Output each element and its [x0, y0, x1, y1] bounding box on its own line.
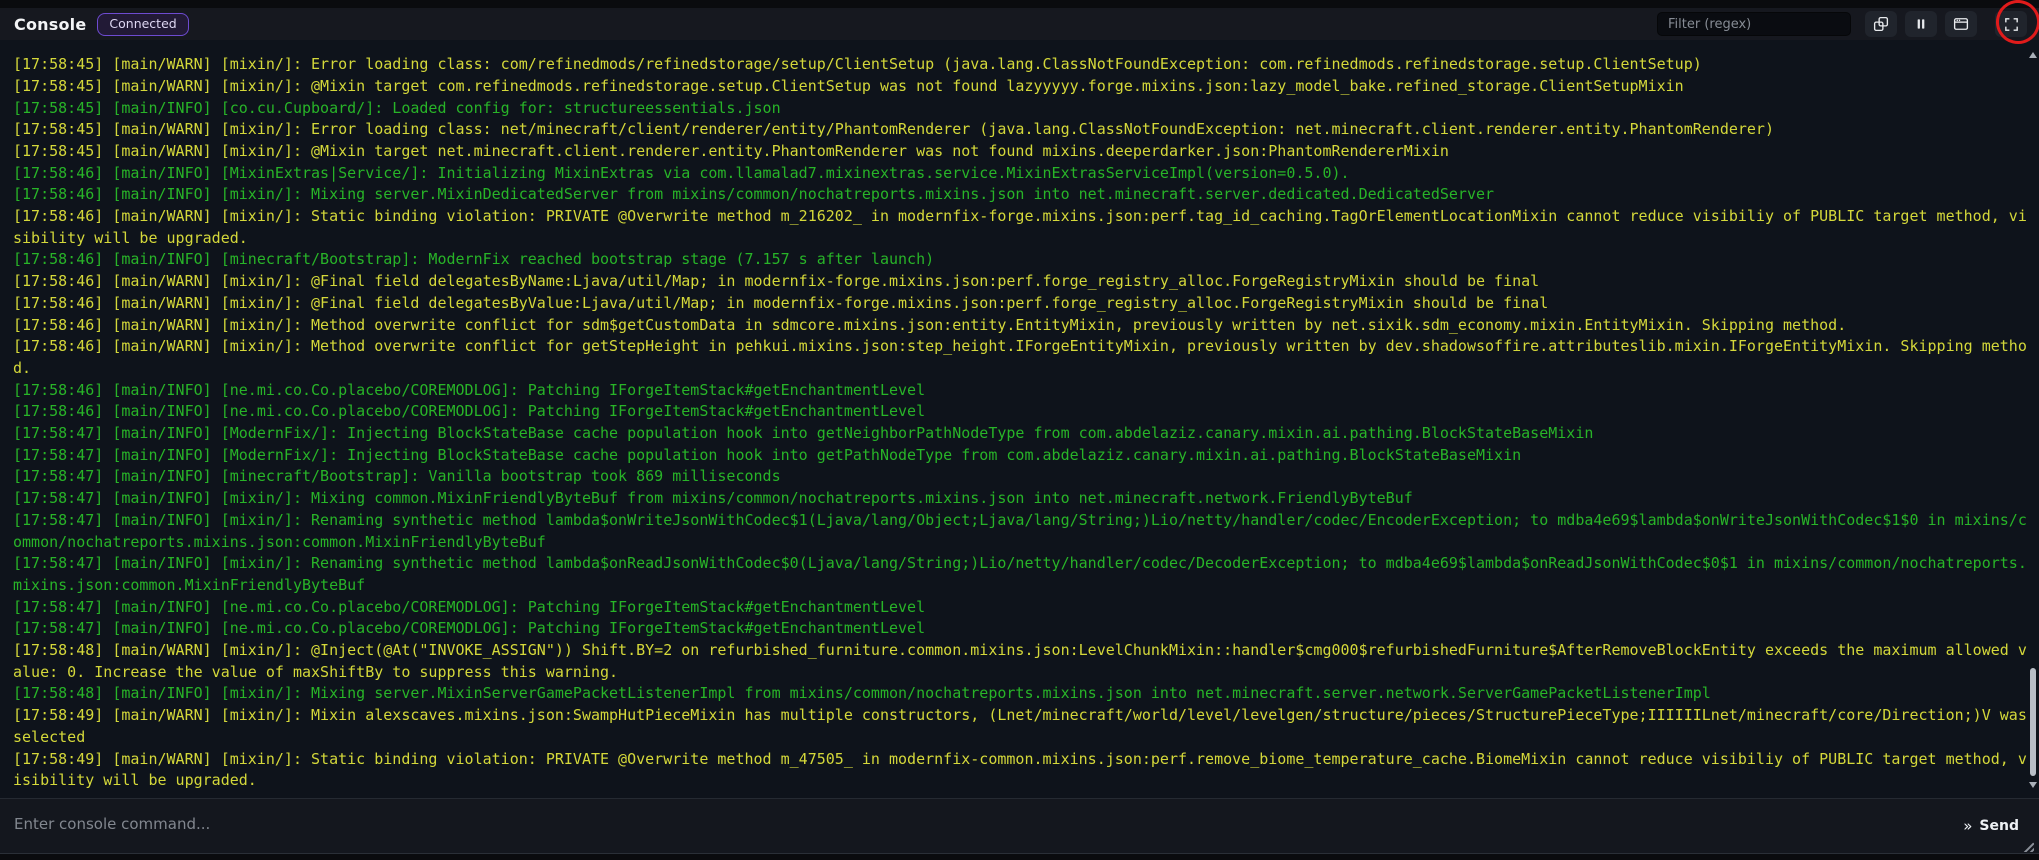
log-line: [17:58:47] [main/INFO] [minecraft/Bootst…: [13, 466, 2027, 488]
log-line: [17:58:47] [main/INFO] [ModernFix/]: Inj…: [13, 423, 2027, 445]
log-line: [17:58:45] [main/INFO] [co.cu.Cupboard/]…: [13, 98, 2027, 120]
log-line: [17:58:45] [main/WARN] [mixin/]: Error l…: [13, 119, 2027, 141]
log-line: [17:58:47] [main/INFO] [mixin/]: Mixing …: [13, 488, 2027, 510]
scrollbar-down-arrow-icon[interactable]: [2029, 782, 2037, 788]
console-log[interactable]: [17:58:45] [main/WARN] [mixin/]: Error l…: [0, 40, 2039, 798]
log-line: [17:58:46] [main/INFO] [MixinExtras|Serv…: [13, 163, 2027, 185]
topbar: Console Connected: [0, 8, 2039, 40]
log-line: [17:58:45] [main/WARN] [mixin/]: @Mixin …: [13, 141, 2027, 163]
page-title: Console: [14, 15, 86, 34]
log-line: [17:58:46] [main/WARN] [mixin/]: @Final …: [13, 271, 2027, 293]
command-input[interactable]: [14, 815, 1949, 837]
log-line: [17:58:46] [main/INFO] [minecraft/Bootst…: [13, 249, 2027, 271]
fullscreen-icon: [2003, 16, 2020, 33]
send-button[interactable]: » Send: [1963, 818, 2019, 834]
resize-grip-icon[interactable]: [2022, 840, 2034, 852]
log-line: [17:58:46] [main/INFO] [ne.mi.co.Co.plac…: [13, 380, 2027, 402]
log-line: [17:58:48] [main/WARN] [mixin/]: @Inject…: [13, 640, 2027, 683]
console-panel: Console Connected: [0, 0, 2039, 860]
log-line: [17:58:47] [main/INFO] [ModernFix/]: Inj…: [13, 445, 2027, 467]
pause-icon: [1913, 16, 1929, 32]
log-line: [17:58:46] [main/WARN] [mixin/]: Method …: [13, 315, 2027, 337]
log-line: [17:58:45] [main/WARN] [mixin/]: Error l…: [13, 54, 2027, 76]
scrollbar-up-arrow-icon[interactable]: [2029, 52, 2037, 58]
log-line: [17:58:46] [main/WARN] [mixin/]: Static …: [13, 206, 2027, 249]
log-line: [17:58:46] [main/WARN] [mixin/]: @Final …: [13, 293, 2027, 315]
log-line: [17:58:46] [main/INFO] [ne.mi.co.Co.plac…: [13, 401, 2027, 423]
log-line: [17:58:49] [main/WARN] [mixin/]: Static …: [13, 749, 2027, 792]
pause-scroll-button[interactable]: [1905, 11, 1937, 37]
fullscreen-button[interactable]: [1995, 11, 2027, 37]
copy-logs-button[interactable]: [1865, 11, 1897, 37]
filter-input[interactable]: [1657, 12, 1851, 36]
window-icon: [1952, 15, 1970, 33]
log-line: [17:58:47] [main/INFO] [mixin/]: Renamin…: [13, 510, 2027, 553]
topbar-actions: [1657, 11, 2029, 37]
send-chevrons-icon: »: [1963, 819, 1972, 834]
log-line: [17:58:47] [main/INFO] [mixin/]: Renamin…: [13, 553, 2027, 596]
log-line: [17:58:47] [main/INFO] [ne.mi.co.Co.plac…: [13, 618, 2027, 640]
log-line: [17:58:46] [main/WARN] [mixin/]: Method …: [13, 336, 2027, 379]
copy-icon: [1872, 15, 1890, 33]
log-line: [17:58:48] [main/INFO] [mixin/]: Mixing …: [13, 683, 2027, 705]
log-line: [17:58:46] [main/INFO] [mixin/]: Mixing …: [13, 184, 2027, 206]
log-line: [17:58:49] [main/WARN] [mixin/]: Mixin a…: [13, 705, 2027, 748]
log-line: [17:58:47] [main/INFO] [ne.mi.co.Co.plac…: [13, 597, 2027, 619]
scrollbar-thumb[interactable]: [2030, 668, 2036, 776]
log-line: [17:58:45] [main/WARN] [mixin/]: @Mixin …: [13, 76, 2027, 98]
status-badge: Connected: [97, 13, 188, 36]
send-button-label: Send: [1979, 818, 2019, 834]
command-bar: » Send: [0, 798, 2039, 854]
panel-view-button[interactable]: [1945, 11, 1977, 37]
